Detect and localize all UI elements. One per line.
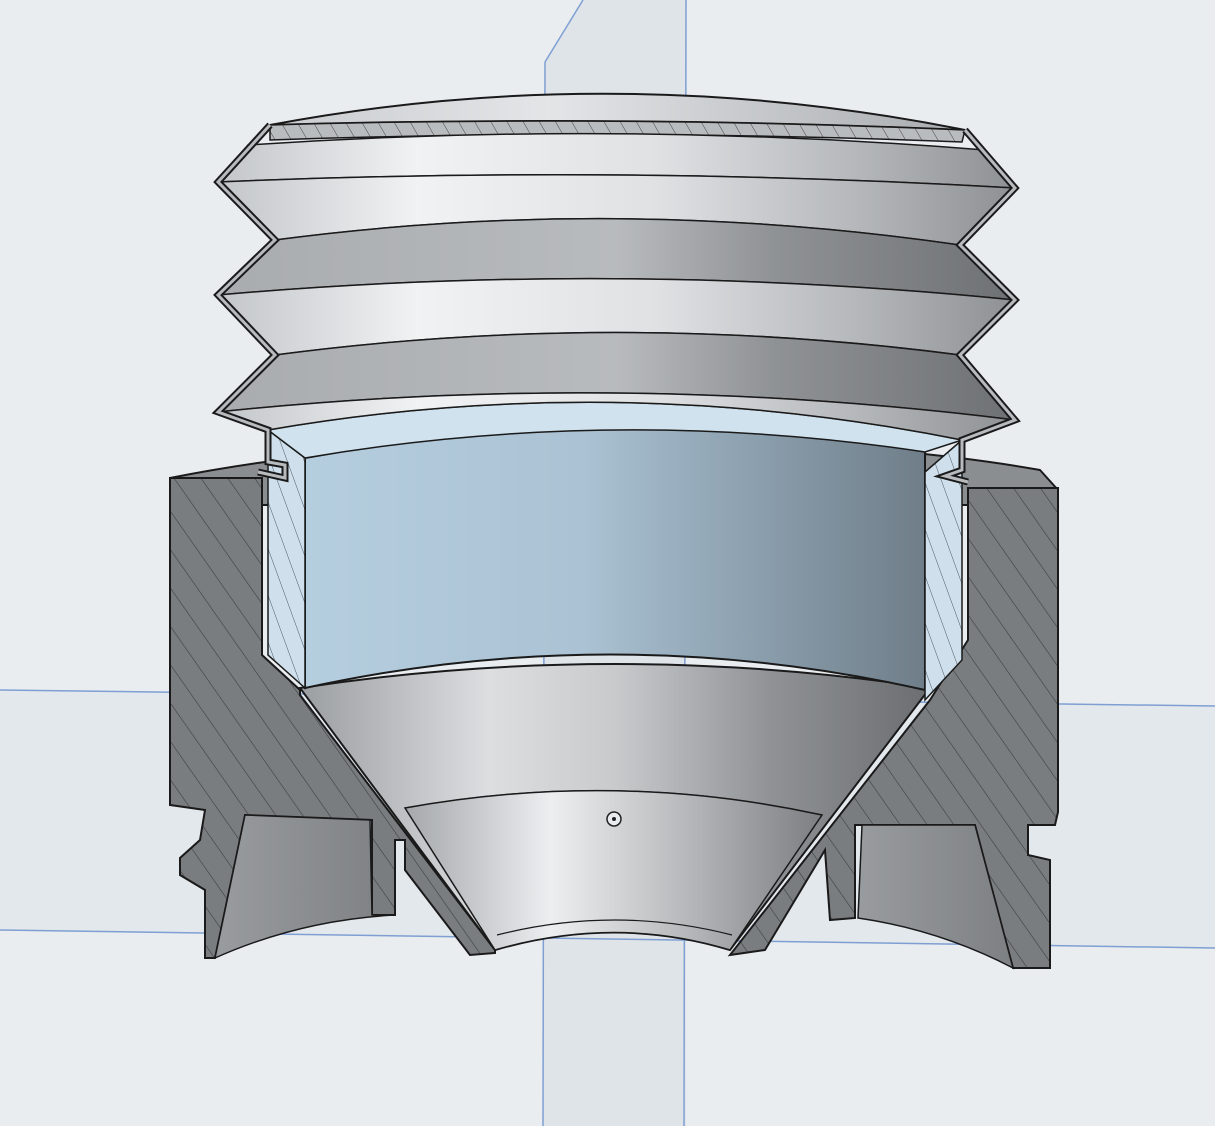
origin-point-icon[interactable]: [606, 811, 622, 827]
cad-viewport[interactable]: [0, 0, 1215, 1126]
inner-sleeve[interactable]: [266, 401, 965, 702]
model-canvas[interactable]: [0, 0, 1215, 1126]
